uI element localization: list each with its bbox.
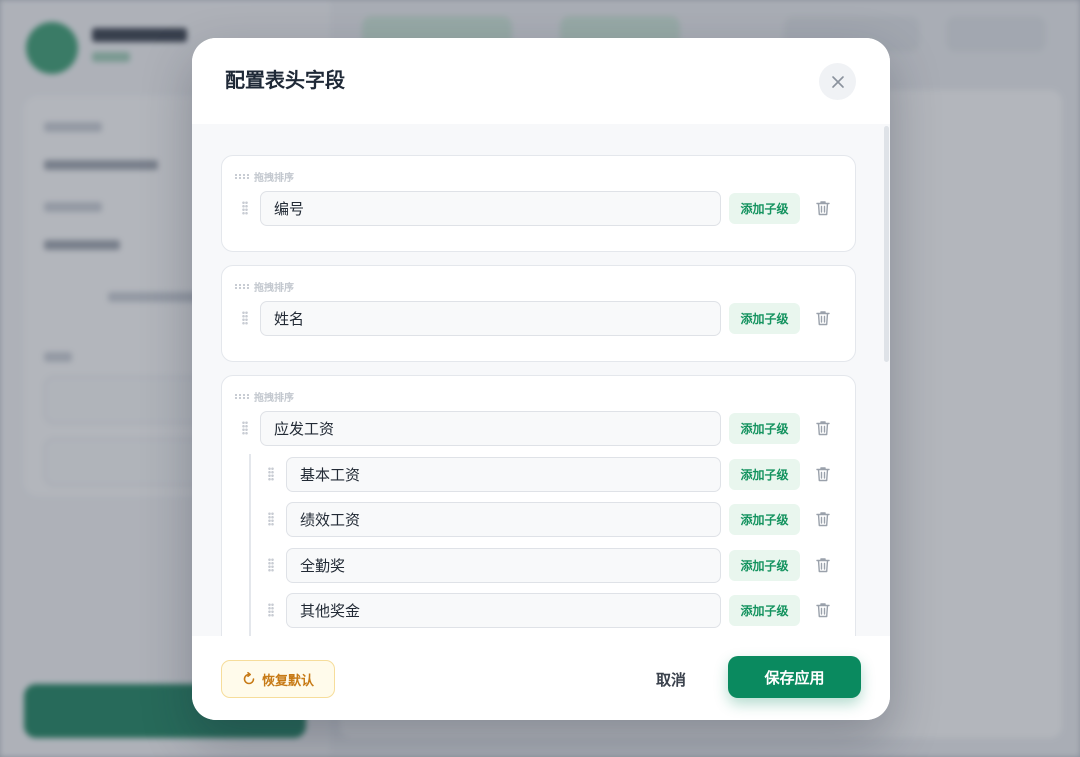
field-name-input[interactable]: 编号 xyxy=(260,190,721,226)
field-group: 拖拽排序 应发工资 添加子级 基本工资 添加子级 绩效工资 添加子级 全勤奖 添… xyxy=(221,375,856,636)
drag-handle-icon xyxy=(235,284,249,289)
child-field-row: 基本工资 添加子级 xyxy=(268,456,832,492)
drag-sort-hint[interactable]: 拖拽排序 xyxy=(235,279,294,294)
drag-handle-icon[interactable] xyxy=(268,558,274,572)
configure-header-fields-dialog: 配置表头字段 拖拽排序 编号 添加子级 拖拽排序 姓名 添加子级 拖拽排序 应发… xyxy=(192,38,890,720)
cancel-button[interactable]: 取消 xyxy=(641,663,701,695)
add-child-button[interactable]: 添加子级 xyxy=(729,192,800,224)
dialog-body: 拖拽排序 编号 添加子级 拖拽排序 姓名 添加子级 拖拽排序 应发工资 添加子级… xyxy=(192,124,890,636)
trash-icon[interactable] xyxy=(814,465,832,483)
add-child-button[interactable]: 添加子级 xyxy=(729,412,800,444)
dialog-footer: 恢复默认 取消 保存应用 xyxy=(192,636,890,720)
trash-icon[interactable] xyxy=(814,419,832,437)
close-button[interactable] xyxy=(819,63,856,100)
close-icon xyxy=(831,75,844,88)
child-field-row: 全勤奖 添加子级 xyxy=(268,547,832,583)
field-group: 拖拽排序 姓名 添加子级 xyxy=(221,265,856,362)
drag-handle-icon[interactable] xyxy=(242,421,248,435)
drag-handle-icon[interactable] xyxy=(268,603,274,617)
trash-icon[interactable] xyxy=(814,309,832,327)
child-indent-line xyxy=(249,454,251,636)
add-child-button[interactable]: 添加子级 xyxy=(729,549,800,581)
restore-default-button[interactable]: 恢复默认 xyxy=(221,660,335,698)
restore-icon xyxy=(243,672,255,685)
add-child-button[interactable]: 添加子级 xyxy=(729,594,800,626)
add-child-button[interactable]: 添加子级 xyxy=(729,503,800,535)
add-child-button[interactable]: 添加子级 xyxy=(729,302,800,334)
child-field-name-input[interactable]: 其他奖金 xyxy=(286,592,721,628)
child-field-name-input[interactable]: 绩效工资 xyxy=(286,501,721,537)
scrollbar[interactable] xyxy=(884,124,889,636)
field-name-input[interactable]: 姓名 xyxy=(260,300,721,336)
dialog-header: 配置表头字段 xyxy=(192,38,890,124)
field-row: 应发工资 添加子级 xyxy=(242,410,832,446)
trash-icon[interactable] xyxy=(814,510,832,528)
trash-icon[interactable] xyxy=(814,556,832,574)
add-child-button[interactable]: 添加子级 xyxy=(729,458,800,490)
field-group: 拖拽排序 编号 添加子级 xyxy=(221,155,856,252)
trash-icon[interactable] xyxy=(814,199,832,217)
child-field-row: 绩效工资 添加子级 xyxy=(268,501,832,537)
child-field-row: 其他奖金 添加子级 xyxy=(268,592,832,628)
drag-handle-icon[interactable] xyxy=(268,467,274,481)
drag-handle-icon[interactable] xyxy=(242,201,248,215)
field-row: 姓名 添加子级 xyxy=(242,300,832,336)
scrollbar-thumb[interactable] xyxy=(884,126,889,362)
drag-sort-hint[interactable]: 拖拽排序 xyxy=(235,169,294,184)
drag-handle-icon xyxy=(235,174,249,179)
drag-sort-hint[interactable]: 拖拽排序 xyxy=(235,389,294,404)
dialog-title: 配置表头字段 xyxy=(225,68,345,92)
drag-handle-icon[interactable] xyxy=(242,311,248,325)
trash-icon[interactable] xyxy=(814,601,832,619)
drag-handle-icon[interactable] xyxy=(268,512,274,526)
child-field-name-input[interactable]: 基本工资 xyxy=(286,456,721,492)
child-field-name-input[interactable]: 全勤奖 xyxy=(286,547,721,583)
drag-handle-icon xyxy=(235,394,249,399)
field-name-input[interactable]: 应发工资 xyxy=(260,410,721,446)
field-row: 编号 添加子级 xyxy=(242,190,832,226)
save-apply-button[interactable]: 保存应用 xyxy=(728,656,861,698)
